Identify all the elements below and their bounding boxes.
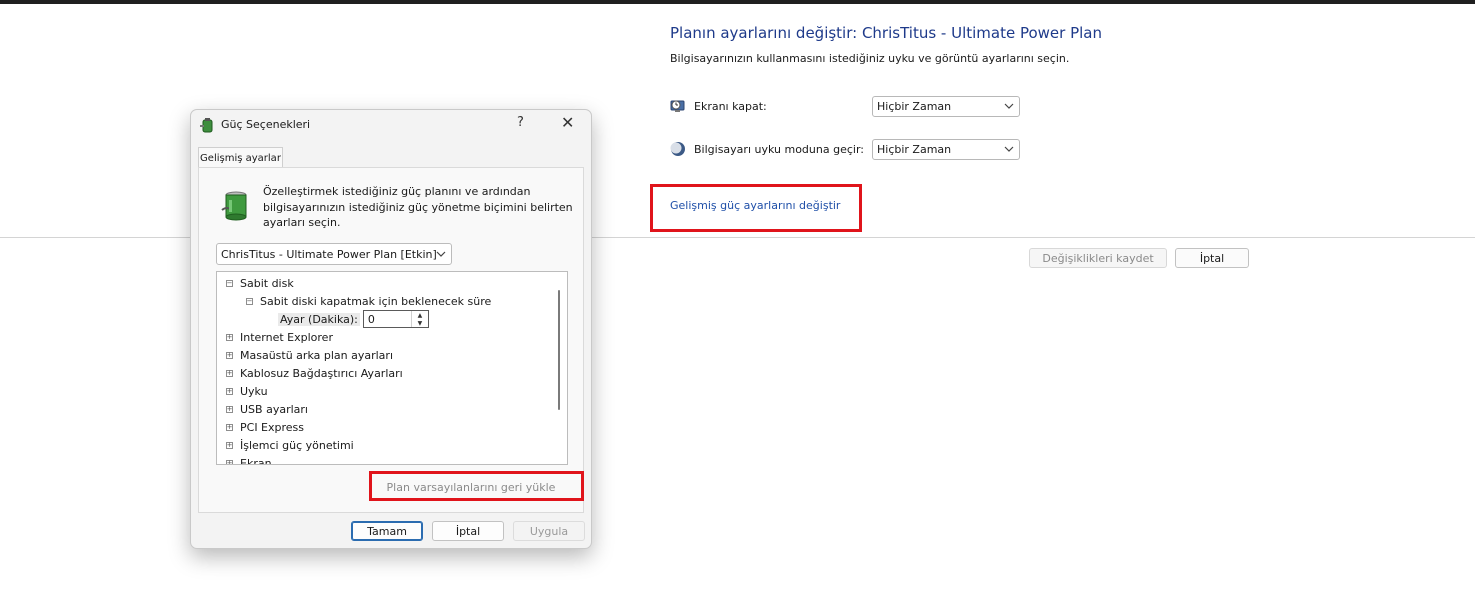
tree-item[interactable]: + PCI Express (226, 418, 304, 436)
tree-item-label: Uyku (240, 384, 268, 398)
highlight-box-restore (369, 471, 584, 501)
tree-item[interactable]: + Kablosuz Bağdaştırıcı Ayarları (226, 364, 403, 382)
tree-item-label: PCI Express (240, 420, 305, 434)
tree-item-turn-off-after[interactable]: − Sabit diski kapatmak için beklenecek s… (246, 292, 491, 310)
expand-icon[interactable]: + (226, 333, 233, 341)
tree-item-label: Kablosuz Bağdaştırıcı Ayarları (240, 366, 403, 380)
display-off-row: Ekranı kapat: (669, 95, 767, 117)
minutes-value[interactable]: 0 (364, 313, 375, 326)
moon-icon (669, 140, 687, 158)
battery-plug-icon (199, 116, 217, 134)
expand-icon[interactable]: + (226, 405, 233, 413)
expand-icon[interactable]: + (226, 387, 233, 395)
plan-select[interactable]: ChrisTitus - Ultimate Power Plan [Etkin] (216, 243, 452, 265)
close-icon[interactable]: ✕ (561, 113, 574, 132)
dialog-cancel-button[interactable]: İptal (432, 521, 504, 541)
ok-button[interactable]: Tamam (351, 521, 423, 541)
tree-item-label: USB ayarları (240, 402, 308, 416)
help-icon[interactable]: ? (517, 115, 524, 130)
collapse-icon[interactable]: − (226, 279, 233, 287)
tab-advanced-settings[interactable]: Gelişmiş ayarlar (198, 147, 283, 168)
battery-plug-icon (219, 188, 253, 222)
spin-up-icon[interactable]: ▲ (412, 311, 428, 319)
chevron-down-icon (1003, 100, 1015, 115)
sleep-row: Bilgisayarı uyku moduna geçir: (669, 138, 864, 160)
page-subtitle: Bilgisayarınızın kullanmasını istediğini… (670, 52, 1070, 65)
tree-item[interactable]: + İşlemci güç yönetimi (226, 436, 354, 454)
tree-item[interactable]: + Uyku (226, 382, 268, 400)
tree-item-label: Sabit diski kapatmak için beklenecek sür… (260, 294, 492, 308)
display-off-select[interactable]: Hiçbir Zaman (872, 96, 1020, 117)
panel-description: Özelleştirmek istediğiniz güç planını ve… (263, 185, 573, 229)
advanced-settings-link[interactable]: Gelişmiş güç ayarlarını değiştir (670, 199, 840, 212)
expand-icon[interactable]: + (226, 459, 233, 464)
setting-label: Ayar (Dakika): (278, 312, 360, 326)
tree-item-setting: Ayar (Dakika): 0 ▲ ▼ (278, 310, 429, 328)
power-options-dialog: Güç Seçenekleri ? ✕ Gelişmiş ayarlar Öze… (190, 109, 592, 549)
clock-monitor-icon (669, 97, 687, 115)
tree-item[interactable]: + Internet Explorer (226, 328, 333, 346)
save-changes-button[interactable]: Değişiklikleri kaydet (1029, 248, 1167, 268)
chevron-down-icon (435, 248, 447, 263)
cancel-button[interactable]: İptal (1175, 248, 1249, 268)
collapse-icon[interactable]: − (246, 297, 253, 305)
tree-item-label: Sabit disk (240, 276, 294, 290)
tree-item-label: İşlemci güç yönetimi (240, 438, 354, 452)
minutes-stepper[interactable]: 0 ▲ ▼ (362, 310, 429, 328)
tree-item-label: Masaüstü arka plan ayarları (240, 348, 394, 362)
settings-tree[interactable]: − Sabit disk − Sabit diski kapatmak için… (216, 271, 568, 465)
tree-item[interactable]: + USB ayarları (226, 400, 308, 418)
advanced-settings-panel: Özelleştirmek istediğiniz güç planını ve… (198, 167, 584, 513)
tree-item[interactable]: + Ekran (226, 454, 272, 465)
top-bar (0, 0, 1475, 4)
tree-item[interactable]: + Masaüstü arka plan ayarları (226, 346, 393, 364)
apply-button[interactable]: Uygula (513, 521, 585, 541)
spin-down-icon[interactable]: ▼ (412, 319, 428, 327)
display-off-value: Hiçbir Zaman (877, 100, 952, 113)
tree-item-label: Internet Explorer (240, 330, 333, 344)
sleep-select[interactable]: Hiçbir Zaman (872, 139, 1020, 160)
page-title: Planın ayarlarını değiştir: ChrisTitus -… (670, 24, 1103, 42)
dialog-title: Güç Seçenekleri (221, 118, 311, 131)
expand-icon[interactable]: + (226, 441, 233, 449)
expand-icon[interactable]: + (226, 369, 233, 377)
display-off-label: Ekranı kapat: (694, 99, 767, 113)
expand-icon[interactable]: + (226, 351, 233, 359)
sleep-value: Hiçbir Zaman (877, 143, 952, 156)
expand-icon[interactable]: + (226, 423, 233, 431)
chevron-down-icon (1003, 143, 1015, 158)
tree-scrollbar[interactable] (558, 290, 560, 410)
tree-item-label: Ekran (240, 456, 272, 465)
plan-select-value: ChrisTitus - Ultimate Power Plan [Etkin] (221, 247, 437, 261)
tree-item-hard-disk[interactable]: − Sabit disk (226, 274, 294, 292)
sleep-label: Bilgisayarı uyku moduna geçir: (694, 142, 864, 156)
